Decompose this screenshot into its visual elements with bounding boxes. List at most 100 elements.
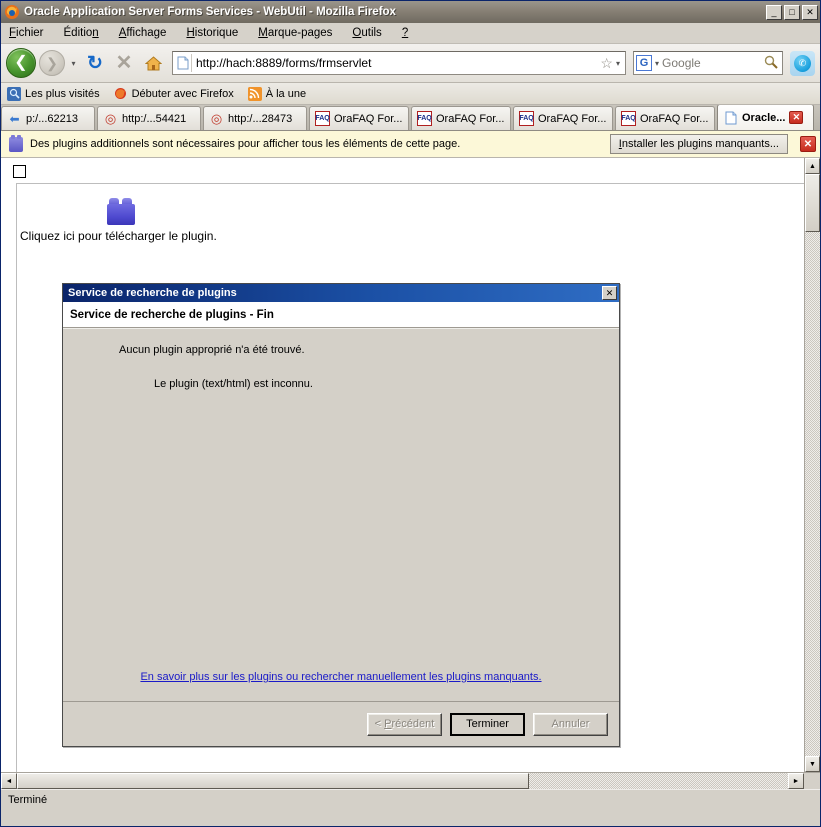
- firefox-icon: [4, 4, 20, 20]
- navigation-toolbar: ❮ ❯ ▾ ↻ ✕ http://hach:8889/forms/frmserv…: [1, 44, 820, 83]
- plugin-icon: [9, 134, 23, 152]
- menu-item-historique[interactable]: Historique: [186, 27, 238, 39]
- reload-icon[interactable]: ↻: [82, 50, 108, 76]
- google-logo-icon[interactable]: G: [636, 55, 652, 71]
- tab-2[interactable]: ◎ http:/...28473: [203, 106, 307, 130]
- bookmark-label: Débuter avec Firefox: [131, 87, 234, 100]
- search-input[interactable]: Google: [662, 56, 764, 70]
- blue-arrow-icon: ⬅: [9, 111, 20, 126]
- scroll-right-button[interactable]: ►: [788, 773, 804, 789]
- forward-arrow-icon[interactable]: ❯: [39, 50, 65, 76]
- url-input[interactable]: http://hach:8889/forms/frmservlet: [196, 56, 597, 70]
- bookmark-label: À la une: [265, 87, 307, 100]
- horizontal-scroll-thumb[interactable]: [17, 773, 529, 789]
- vertical-scrollbar[interactable]: ▲ ▼: [804, 158, 820, 772]
- dialog-titlebar: Service de recherche de plugins ✕: [63, 284, 619, 302]
- page-document-icon: [175, 54, 192, 72]
- menu-item-edition[interactable]: Édition: [64, 27, 99, 39]
- install-button-label: nstaller les plugins manquants...: [621, 138, 779, 150]
- dialog-header: Service de recherche de plugins - Fin: [63, 302, 619, 328]
- search-bar[interactable]: G ▾ Google: [633, 51, 783, 75]
- bookmark-star-icon[interactable]: ☆: [597, 55, 616, 72]
- orafaq-icon: FAQ: [519, 111, 534, 126]
- tab-7-active[interactable]: Oracle... ✕: [717, 105, 814, 130]
- stop-icon[interactable]: ✕: [111, 50, 137, 76]
- tab-label: OraFAQ For...: [538, 112, 607, 125]
- tab-5[interactable]: FAQ OraFAQ For...: [513, 106, 613, 130]
- menu-item-outils[interactable]: Outils: [352, 27, 381, 39]
- download-plugin-text[interactable]: Cliquez ici pour télécharger le plugin.: [20, 229, 217, 243]
- chevron-down-icon[interactable]: ▾: [652, 59, 662, 68]
- tab-4[interactable]: FAQ OraFAQ For...: [411, 106, 511, 130]
- dialog-message-primary: Aucun plugin approprié n'a été trouvé.: [119, 344, 305, 356]
- search-icon[interactable]: [764, 55, 780, 72]
- page-checkbox[interactable]: [13, 165, 26, 178]
- dialog-message-secondary: Le plugin (text/html) est inconnu.: [154, 378, 313, 390]
- status-text: Terminé: [8, 794, 48, 806]
- tab-6[interactable]: FAQ OraFAQ For...: [615, 106, 715, 130]
- scroll-up-button[interactable]: ▲: [805, 158, 820, 174]
- rss-feed-icon: [247, 86, 262, 101]
- bookmark-label: Les plus visités: [25, 87, 100, 100]
- close-icon[interactable]: ✕: [800, 136, 816, 152]
- url-bar[interactable]: http://hach:8889/forms/frmservlet ☆ ▾: [172, 51, 626, 75]
- chevron-down-icon[interactable]: ▾: [616, 59, 623, 68]
- bookmark-les-plus-visites[interactable]: Les plus visités: [7, 86, 100, 101]
- maximize-button[interactable]: □: [784, 4, 800, 20]
- tab-label: OraFAQ For...: [436, 112, 505, 125]
- most-visited-icon: [7, 86, 21, 101]
- back-arrow-icon[interactable]: ❮: [6, 48, 36, 78]
- previous-button[interactable]: < Précédent: [367, 712, 442, 736]
- lego-body: [107, 204, 135, 225]
- window-title: Oracle Application Server Forms Services…: [24, 6, 396, 18]
- menu-item-aide[interactable]: ?: [402, 27, 408, 39]
- dialog-link-row: En savoir plus sur les plugins ou recher…: [63, 671, 619, 683]
- menu-item-affichage[interactable]: Affichage: [119, 27, 167, 39]
- orafaq-icon: FAQ: [621, 111, 636, 126]
- install-missing-plugins-button[interactable]: Installer les plugins manquants...: [609, 134, 788, 154]
- page-document-icon: [723, 110, 738, 125]
- vertical-scroll-thumb[interactable]: [805, 174, 820, 232]
- tab-3[interactable]: FAQ OraFAQ For...: [309, 106, 409, 130]
- window-titlebar: Oracle Application Server Forms Services…: [1, 1, 820, 23]
- plugin-finder-dialog: Service de recherche de plugins ✕ Servic…: [62, 283, 620, 747]
- horizontal-scrollbar[interactable]: ◄ ►: [1, 772, 820, 789]
- menu-item-fichier[interactable]: Fichier: [9, 27, 44, 39]
- firefox-window: Oracle Application Server Forms Services…: [0, 0, 821, 827]
- tab-scroll-right-icon[interactable]: ➜: [816, 106, 820, 130]
- close-button[interactable]: ✕: [802, 4, 818, 20]
- tab-label: OraFAQ For...: [640, 112, 709, 125]
- chevron-down-icon[interactable]: ▾: [68, 59, 79, 68]
- target-icon: ◎: [210, 110, 223, 126]
- dialog-title: Service de recherche de plugins: [68, 287, 237, 299]
- cancel-button[interactable]: Annuler: [533, 712, 608, 736]
- menubar: Fichier Édition Affichage Historique Mar…: [1, 23, 820, 44]
- skype-glyph: ✆: [794, 54, 811, 72]
- tab-bar: ⬅ p:/...62213 ◎ http:/...54421 ◎ http:/.…: [1, 105, 820, 131]
- status-bar: Terminé: [1, 789, 820, 810]
- close-icon[interactable]: ✕: [789, 111, 804, 124]
- learn-more-plugins-link[interactable]: En savoir plus sur les plugins ou recher…: [140, 671, 541, 683]
- minimize-button[interactable]: _: [766, 4, 782, 20]
- window-controls: _ □ ✕: [766, 4, 818, 20]
- menu-item-marque-pages[interactable]: Marque-pages: [258, 27, 332, 39]
- tab-0[interactable]: ⬅ p:/...62213: [1, 106, 95, 130]
- target-icon: ◎: [104, 110, 117, 126]
- orafaq-icon: FAQ: [417, 111, 432, 126]
- skype-icon[interactable]: ✆: [790, 50, 815, 76]
- orafaq-icon: FAQ: [315, 111, 330, 126]
- firefox-icon: [114, 87, 128, 101]
- vertical-scroll-track[interactable]: [805, 174, 820, 756]
- home-icon[interactable]: [140, 50, 166, 76]
- bookmark-a-la-une[interactable]: À la une: [247, 86, 307, 101]
- tab-1[interactable]: ◎ http:/...54421: [97, 106, 201, 130]
- close-icon[interactable]: ✕: [602, 286, 617, 300]
- lego-plugin-icon[interactable]: [107, 196, 135, 225]
- horizontal-scroll-track[interactable]: [17, 773, 788, 789]
- finish-button[interactable]: Terminer: [450, 712, 525, 736]
- scroll-left-button[interactable]: ◄: [1, 773, 17, 789]
- tab-label: OraFAQ For...: [334, 112, 403, 125]
- scroll-down-button[interactable]: ▼: [805, 756, 820, 772]
- tab-label: Oracle...: [742, 111, 786, 124]
- bookmark-debuter-avec-firefox[interactable]: Débuter avec Firefox: [114, 87, 234, 101]
